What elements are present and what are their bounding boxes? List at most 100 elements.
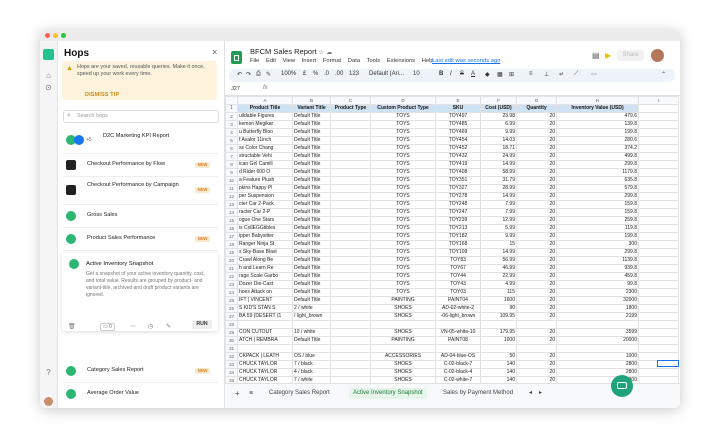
table-cell[interactable]: ogue One Stars — [237, 216, 293, 225]
table-row[interactable]: 30 ATCH | REMBRA Default Title PAINTING PAIN… — [225, 336, 679, 345]
table-cell[interactable]: ACCESSORIES — [370, 352, 436, 361]
table-row[interactable]: 32 CKPACK | LEATH OS / blue ACCESSORIES AD-0… — [225, 352, 679, 361]
table-cell[interactable]: 199.8 — [556, 232, 639, 241]
table-cell[interactable]: racter Car 2-P — [237, 208, 293, 217]
table-cell[interactable]: SHOES — [370, 328, 436, 337]
table-cell[interactable]: Default Title — [292, 112, 331, 121]
row-number[interactable]: 1 — [225, 104, 238, 113]
table-cell[interactable]: TOY213 — [435, 224, 481, 233]
table-cell[interactable]: TOYS — [370, 136, 436, 145]
table-cell[interactable]: 20 — [516, 368, 557, 377]
table-cell[interactable]: 7.99 — [480, 200, 517, 209]
table-cell[interactable] — [370, 344, 436, 353]
table-cell[interactable]: IFT | VINCENT — [237, 296, 293, 305]
close-panel-icon[interactable]: × — [212, 47, 217, 57]
table-cell[interactable] — [330, 216, 371, 225]
row-number[interactable]: 20 — [225, 256, 238, 265]
table-cell[interactable]: Default Title — [292, 280, 331, 289]
table-cell[interactable]: TOYS — [370, 256, 436, 265]
table-cell[interactable]: 20 — [516, 128, 557, 137]
table-cell[interactable]: TOY247 — [435, 208, 481, 217]
wrap-icon[interactable]: ↵ — [559, 71, 564, 78]
table-row[interactable]: 33 CHUCK TAYLOR 7 / black SHOES C-02-black-7… — [225, 360, 679, 369]
tab-category-sales[interactable]: Category Sales Report — [269, 388, 330, 399]
table-cell[interactable]: 20 — [516, 296, 557, 305]
table-cell[interactable]: OS / blue — [292, 352, 331, 361]
table-cell[interactable] — [330, 160, 371, 169]
table-row[interactable]: 2 uildable Figures Default Title TOYS TOY497… — [225, 112, 679, 121]
table-cell[interactable]: 2300 — [556, 288, 639, 297]
row-number[interactable]: 2 — [225, 112, 238, 121]
table-cell[interactable] — [330, 304, 371, 313]
empty-cell[interactable] — [638, 264, 679, 273]
table-cell[interactable]: 46.99 — [480, 264, 517, 273]
table-cell[interactable]: 20 — [516, 136, 557, 145]
table-cell[interactable]: S KID'S STAN S — [237, 304, 293, 313]
italic-icon[interactable]: I — [450, 71, 452, 77]
table-cell[interactable]: pkins Happy Pl — [237, 184, 293, 193]
table-cell[interactable]: BA 59 (DESERT (1 — [237, 312, 293, 321]
table-cell[interactable]: 9.99 — [480, 128, 517, 137]
table-row[interactable]: 23 Dozer Die-Cast Default Title TOYS TOY43 4.… — [225, 280, 679, 289]
table-cell[interactable]: hoes Attack on — [237, 288, 293, 297]
row-number[interactable]: 29 — [225, 328, 238, 337]
table-cell[interactable]: 14.99 — [480, 248, 517, 257]
empty-cell[interactable] — [638, 136, 679, 145]
menu-tools[interactable]: Tools — [367, 58, 381, 64]
empty-cell[interactable] — [638, 112, 679, 121]
empty-cell[interactable] — [638, 208, 679, 217]
scroll-tabs-left-icon[interactable]: ◂ — [529, 388, 532, 399]
table-cell[interactable]: Default Title — [292, 232, 331, 241]
table-cell[interactable]: 159.8 — [556, 208, 639, 217]
percent-icon[interactable]: % — [313, 71, 318, 77]
row-number[interactable]: 31 — [225, 344, 238, 353]
table-cell[interactable]: TOYS — [370, 280, 436, 289]
table-cell[interactable] — [292, 344, 331, 353]
table-row[interactable]: 7 structable Vehi Default Title TOYS TOY432 2… — [225, 152, 679, 161]
font-size-select[interactable]: 10 — [413, 71, 420, 77]
table-cell[interactable]: 20 — [516, 168, 557, 177]
table-cell[interactable] — [330, 176, 371, 185]
table-cell[interactable]: a Feature Plush — [237, 176, 293, 185]
table-cell[interactable]: kemon Megikar — [237, 120, 293, 129]
table-cell[interactable]: TOY168 — [435, 240, 481, 249]
row-number[interactable]: 33 — [225, 360, 238, 369]
table-cell[interactable] — [330, 320, 371, 329]
table-cell[interactable]: CKPACK | LEATH — [237, 352, 293, 361]
table-cell[interactable]: is CollEGGtibles — [237, 224, 293, 233]
table-cell[interactable]: 119.8 — [556, 224, 639, 233]
table-cell[interactable] — [435, 320, 481, 329]
share-button[interactable]: Share — [617, 50, 644, 61]
table-cell[interactable] — [330, 112, 371, 121]
table-cell[interactable]: TOY278 — [435, 192, 481, 201]
empty-cell[interactable] — [638, 288, 679, 297]
row-number[interactable]: 21 — [225, 264, 238, 273]
column-letter[interactable]: C — [330, 96, 371, 105]
table-cell[interactable]: 299.8 — [556, 160, 639, 169]
zoom-select[interactable]: 100% — [281, 71, 296, 77]
decrease-decimal-icon[interactable]: .0 — [324, 71, 329, 77]
table-row[interactable]: 18 Ranger Ninja St Default Title TOYS TOY168… — [225, 240, 679, 249]
table-row[interactable]: 19 s Sky-Base Blast Default Title TOYS TOY10… — [225, 248, 679, 257]
search-input[interactable]: Search hops — [77, 113, 108, 119]
column-letter[interactable]: F — [480, 96, 517, 105]
table-cell[interactable]: TOY327 — [435, 184, 481, 193]
table-cell[interactable]: 20 — [516, 360, 557, 369]
table-cell[interactable]: u Butterfly Bloo — [237, 128, 293, 137]
table-cell[interactable]: TOYS — [370, 112, 436, 121]
strikethrough-icon[interactable]: S — [460, 71, 464, 77]
table-cell[interactable]: Default Title — [292, 184, 331, 193]
table-cell[interactable]: TOY485 — [435, 120, 481, 129]
table-row[interactable]: 25 IFT | VINCENT Default Title PAINTING PAIN… — [225, 296, 679, 305]
table-cell[interactable]: 579.8 — [556, 184, 639, 193]
table-cell[interactable]: TOY248 — [435, 200, 481, 209]
column-header-cell[interactable]: Quantity — [516, 104, 557, 113]
table-cell[interactable]: 2199 — [556, 312, 639, 321]
table-cell[interactable]: 20000 — [556, 336, 639, 345]
table-cell[interactable]: 1600 — [480, 296, 517, 305]
table-row[interactable]: 22 rage Scale Garbo Default Title TOYS TOY44… — [225, 272, 679, 281]
table-cell[interactable] — [330, 120, 371, 129]
table-cell[interactable]: 20 — [516, 328, 557, 337]
table-cell[interactable] — [330, 336, 371, 345]
selected-cell[interactable] — [657, 360, 679, 367]
